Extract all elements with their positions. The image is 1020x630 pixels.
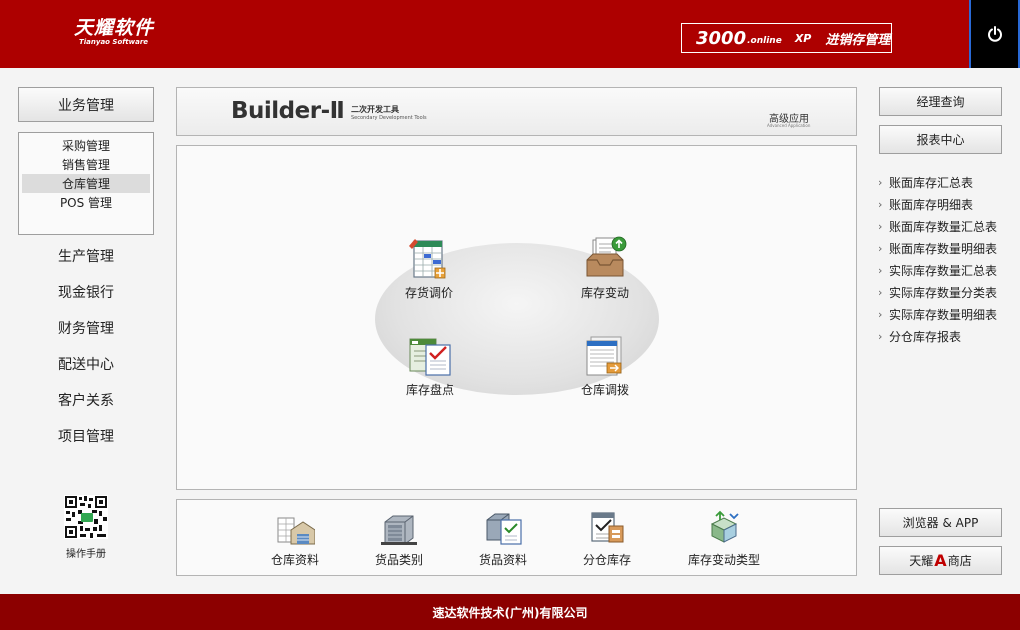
nav-project[interactable]: 项目管理: [18, 424, 154, 448]
product-name-box: 3000 .online XP 进销存管理: [681, 23, 892, 53]
bfunc-branch-stock-label: 分仓库存: [582, 553, 631, 567]
submenu-pos[interactable]: POS 管理: [22, 193, 150, 212]
branch-stock-icon: [591, 512, 624, 543]
report-item-book-qty-detail[interactable]: › 账面库存数量明细表: [878, 237, 1018, 259]
product-online: .online: [747, 36, 782, 46]
bfunc-stock-change-type-label: 库存变动类型: [687, 553, 760, 567]
warehouse-main-panel: 存货调价 库存变动 库存盘点 仓库调拨: [176, 145, 857, 490]
warehouse-icon: [277, 517, 315, 545]
product-title: 进销存管理: [825, 32, 891, 48]
qr-label: 操作手册: [66, 549, 106, 560]
banner-subtitle-cn: 二次开发工具: [351, 105, 399, 114]
nav-cash-bank[interactable]: 现金银行: [18, 280, 154, 304]
document-transfer-icon: [586, 336, 622, 376]
chevron-right-icon: ›: [878, 329, 883, 343]
report-list: › 账面库存汇总表 › 账面库存明细表 › 账面库存数量汇总表 › 账面库存数量明细表 …: [878, 171, 1018, 347]
func-stocktaking[interactable]: 库存盘点: [390, 333, 470, 398]
report-item-branch-stock[interactable]: › 分仓库存报表: [878, 325, 1018, 347]
submenu-purchase[interactable]: 采购管理: [22, 136, 150, 155]
goods-info-icon: [486, 513, 522, 545]
company-name: 速达软件技术(广州)有限公司: [432, 605, 588, 620]
chevron-right-icon: ›: [878, 219, 883, 233]
report-item-book-stock-summary[interactable]: › 账面库存汇总表: [878, 171, 1018, 193]
bfunc-goods-info-label: 货品资料: [478, 553, 527, 567]
nav-finance[interactable]: 财务管理: [18, 316, 154, 340]
chevron-right-icon: ›: [878, 175, 883, 189]
power-icon: [987, 26, 1002, 42]
func-warehouse-transfer[interactable]: 仓库调拨: [565, 333, 645, 398]
report-center-button[interactable]: 报表中心: [879, 125, 1002, 154]
func-stock-change-label: 库存变动: [580, 286, 629, 300]
bfunc-branch-stock[interactable]: 分仓库存: [562, 510, 652, 568]
bottom-function-panel: 仓库资料 货品类别 货品资料 分仓库存 库存变动类型: [176, 499, 857, 576]
builder-banner: Builder-Ⅱ 二次开发工具 Secondary Development T…: [176, 87, 857, 136]
report-item-book-qty-summary[interactable]: › 账面库存数量汇总表: [878, 215, 1018, 237]
report-item-book-stock-detail[interactable]: › 账面库存明细表: [878, 193, 1018, 215]
bfunc-goods-category[interactable]: 货品类别: [354, 510, 444, 568]
product-edition: XP: [794, 31, 812, 45]
report-item-actual-qty-summary[interactable]: › 实际库存数量汇总表: [878, 259, 1018, 281]
chevron-right-icon: ›: [878, 197, 883, 211]
nav-delivery[interactable]: 配送中心: [18, 352, 154, 376]
app-header: 天耀软件 Tianyao Software 3000 .online XP 进销…: [0, 0, 1020, 68]
bfunc-stock-change-type[interactable]: 库存变动类型: [679, 510, 769, 568]
chevron-right-icon: ›: [878, 307, 883, 321]
func-warehouse-transfer-label: 仓库调拨: [580, 383, 629, 397]
stock-change-type-icon: [710, 510, 739, 543]
bfunc-warehouse-info[interactable]: 仓库资料: [250, 510, 340, 568]
chevron-right-icon: ›: [878, 241, 883, 255]
business-submenu: 采购管理 销售管理 仓库管理 POS 管理: [18, 132, 154, 235]
checklist-icon: [409, 338, 451, 376]
submenu-sales[interactable]: 销售管理: [22, 155, 150, 174]
bfunc-goods-info[interactable]: 货品资料: [458, 510, 548, 568]
report-item-actual-qty-category[interactable]: › 实际库存数量分类表: [878, 281, 1018, 303]
chevron-right-icon: ›: [878, 263, 883, 277]
func-price-adjust[interactable]: 存货调价: [389, 236, 469, 301]
submenu-warehouse[interactable]: 仓库管理: [22, 174, 150, 193]
qr-code-icon[interactable]: [64, 495, 108, 539]
brand-logo-en: Tianyao Software: [79, 38, 149, 46]
shop-label-left: 天耀: [909, 554, 934, 568]
brand-logo-cn: 天耀软件: [74, 17, 155, 39]
bfunc-goods-category-label: 货品类别: [374, 553, 423, 567]
app-footer: 速达软件技术(广州)有限公司: [0, 594, 1020, 630]
func-price-adjust-label: 存货调价: [404, 286, 453, 300]
shop-label-right: 商店: [947, 554, 972, 568]
inbox-upload-icon: [586, 236, 627, 277]
browser-app-button[interactable]: 浏览器 & APP: [879, 508, 1002, 537]
func-stock-change[interactable]: 库存变动: [565, 236, 645, 301]
brand-logo: 天耀软件 Tianyao Software: [74, 18, 154, 47]
tianyao-shop-button[interactable]: 天耀 A 商店: [879, 546, 1002, 575]
bfunc-warehouse-info-label: 仓库资料: [270, 553, 319, 567]
func-stocktaking-label: 库存盘点: [405, 383, 454, 397]
manager-query-button[interactable]: 经理查询: [879, 87, 1002, 116]
shop-a-logo: A: [934, 551, 947, 570]
power-button[interactable]: [969, 0, 1020, 68]
business-management-header[interactable]: 业务管理: [18, 87, 154, 122]
advanced-app-label-en: Advanced Application: [767, 123, 811, 128]
report-item-actual-qty-detail[interactable]: › 实际库存数量明细表: [878, 303, 1018, 325]
chevron-right-icon: ›: [878, 285, 883, 299]
nav-production[interactable]: 生产管理: [18, 244, 154, 268]
nav-crm[interactable]: 客户关系: [18, 388, 154, 412]
goods-category-icon: [381, 515, 417, 545]
banner-subtitle-en: Secondary Development Tools: [351, 115, 427, 121]
spreadsheet-pencil-icon: [409, 239, 446, 279]
banner-title: Builder-Ⅱ: [231, 98, 345, 124]
product-number: 3000: [696, 27, 747, 49]
